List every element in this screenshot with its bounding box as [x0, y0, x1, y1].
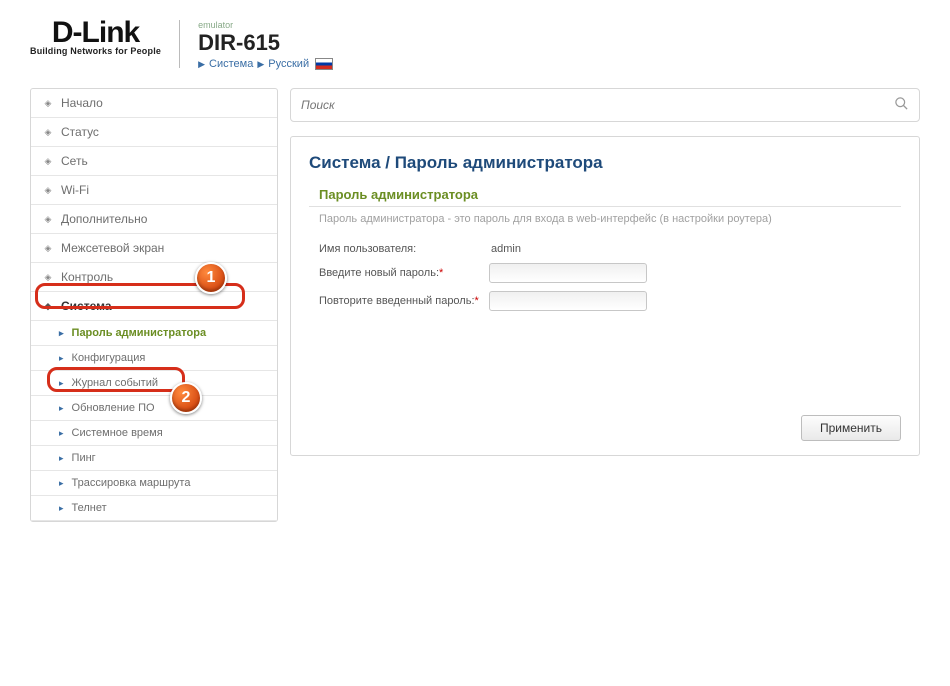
nav-network[interactable]: ◈ Сеть: [31, 147, 277, 176]
crumb-arrow-icon: ▶: [257, 59, 264, 70]
logo-subtitle: Building Networks for People: [30, 46, 161, 56]
newpass-label: Введите новый пароль:*: [319, 267, 489, 279]
chevron-right-icon: ◈: [43, 127, 53, 137]
repeat-password-input[interactable]: [489, 291, 647, 311]
nav-system[interactable]: ◆ Система: [31, 292, 277, 321]
sub-label: Конфигурация: [72, 352, 146, 364]
section-description: Пароль администратора - это пароль для в…: [309, 206, 901, 235]
chevron-right-icon: ◈: [43, 156, 53, 166]
page-title: Система / Пароль администратора: [309, 153, 901, 173]
chevron-down-icon: ◆: [43, 301, 53, 311]
sub-system-time[interactable]: ▸ Системное время: [31, 421, 277, 446]
sub-label: Журнал событий: [72, 377, 158, 389]
content-panel: Система / Пароль администратора Пароль а…: [290, 136, 920, 456]
actions: Применить: [309, 415, 901, 441]
flag-russia-icon[interactable]: [315, 58, 333, 70]
emulator-label: emulator: [198, 20, 333, 30]
row-repeat-password: Повторите введенный пароль:*: [309, 287, 901, 315]
sub-eventlog[interactable]: ▸ Журнал событий: [31, 371, 277, 396]
nav-wifi[interactable]: ◈ Wi-Fi: [31, 176, 277, 205]
nav-control[interactable]: ◈ Контроль: [31, 263, 277, 292]
sub-config[interactable]: ▸ Конфигурация: [31, 346, 277, 371]
chevron-right-icon: ▸: [59, 453, 64, 464]
nav-label: Статус: [61, 125, 99, 139]
nav-status[interactable]: ◈ Статус: [31, 118, 277, 147]
model-name: DIR-615: [198, 30, 333, 56]
username-label: Имя пользователя:: [319, 243, 489, 255]
nav-start[interactable]: ◈ Начало: [31, 89, 277, 118]
sub-admin-password[interactable]: ▸ Пароль администратора: [31, 321, 277, 346]
row-username: Имя пользователя: admin: [309, 239, 901, 259]
header-divider: [179, 20, 180, 68]
sub-traceroute[interactable]: ▸ Трассировка маршрута: [31, 471, 277, 496]
chevron-right-icon: ◈: [43, 185, 53, 195]
repeatpass-label: Повторите введенный пароль:*: [319, 295, 489, 307]
section-title: Пароль администратора: [309, 187, 901, 202]
chevron-right-icon: ◈: [43, 214, 53, 224]
sub-label: Пинг: [72, 452, 96, 464]
chevron-right-icon: ▸: [59, 328, 64, 339]
new-password-input[interactable]: [489, 263, 647, 283]
logo-block: D-Link Building Networks for People: [30, 20, 161, 56]
nav-label: Контроль: [61, 270, 113, 284]
crumb-system[interactable]: Система: [209, 58, 253, 70]
sub-label: Пароль администратора: [72, 327, 207, 339]
header: D-Link Building Networks for People emul…: [30, 20, 920, 70]
nav-label: Межсетевой экран: [61, 241, 164, 255]
nav-label: Сеть: [61, 154, 88, 168]
nav-firewall[interactable]: ◈ Межсетевой экран: [31, 234, 277, 263]
chevron-right-icon: ▸: [59, 403, 64, 414]
chevron-right-icon: ▸: [59, 428, 64, 439]
chevron-right-icon: ◈: [43, 243, 53, 253]
row-new-password: Введите новый пароль:*: [309, 259, 901, 287]
sub-telnet[interactable]: ▸ Телнет: [31, 496, 277, 521]
nav-label: Wi-Fi: [61, 183, 89, 197]
chevron-right-icon: ◈: [43, 272, 53, 282]
sub-ping[interactable]: ▸ Пинг: [31, 446, 277, 471]
sub-firmware-update[interactable]: ▸ Обновление ПО: [31, 396, 277, 421]
chevron-right-icon: ▸: [59, 378, 64, 389]
chevron-right-icon: ▸: [59, 353, 64, 364]
sub-label: Телнет: [72, 502, 107, 514]
crumb-arrow-icon: ▶: [198, 59, 205, 70]
model-block: emulator DIR-615 ▶ Система ▶ Русский: [198, 20, 333, 70]
crumb-language[interactable]: Русский: [268, 58, 309, 70]
sub-label: Трассировка маршрута: [72, 477, 191, 489]
search-icon[interactable]: [894, 96, 909, 115]
chevron-right-icon: ▸: [59, 503, 64, 514]
logo-text: D-Link: [52, 20, 139, 46]
sidebar: ◈ Начало ◈ Статус ◈ Сеть ◈ Wi-Fi ◈ Дополнител…: [30, 88, 278, 522]
search-bar: [290, 88, 920, 122]
sub-label: Системное время: [72, 427, 163, 439]
chevron-right-icon: ▸: [59, 478, 64, 489]
search-input[interactable]: [301, 98, 894, 112]
nav-label: Дополнительно: [61, 212, 147, 226]
chevron-right-icon: ◈: [43, 98, 53, 108]
nav-label: Система: [61, 299, 112, 313]
apply-button[interactable]: Применить: [801, 415, 901, 441]
sub-label: Обновление ПО: [72, 402, 155, 414]
header-crumbs: ▶ Система ▶ Русский: [198, 58, 333, 70]
username-value: admin: [489, 243, 521, 255]
nav-advanced[interactable]: ◈ Дополнительно: [31, 205, 277, 234]
main: Система / Пароль администратора Пароль а…: [290, 88, 920, 522]
nav-label: Начало: [61, 96, 103, 110]
